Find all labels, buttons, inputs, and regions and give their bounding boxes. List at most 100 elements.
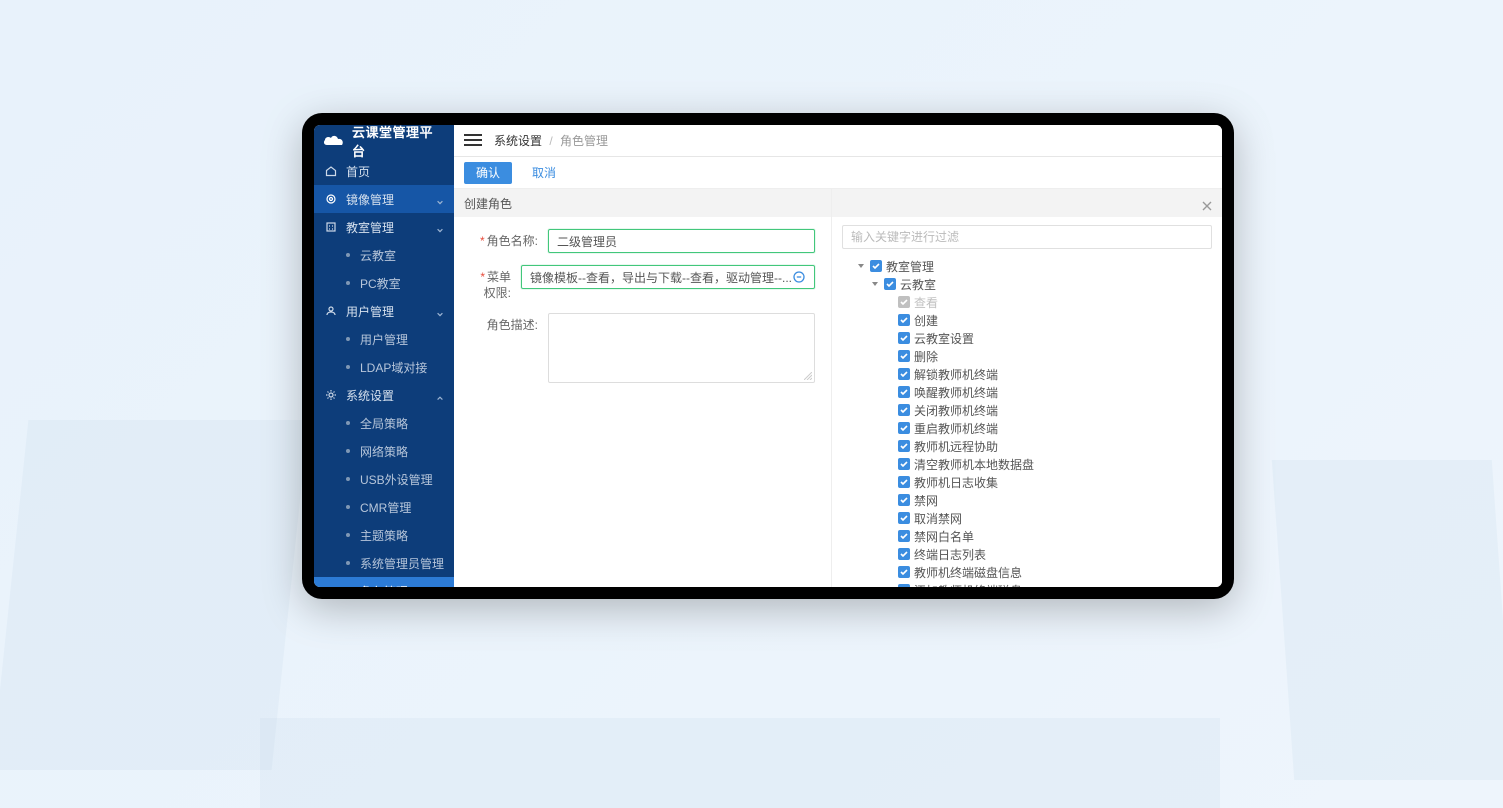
nav-network-policy[interactable]: 网络策略 [314,437,454,465]
nav-role-mgmt[interactable]: 角色管理 [314,577,454,587]
device-frame: 云课堂管理平台 首页 镜像管理 [302,113,1234,599]
tree-pane: 教室管理 云教室 查看 创建 [832,189,1222,587]
close-icon[interactable] [1202,198,1212,208]
checkbox[interactable] [870,260,882,272]
cloud-logo-icon [322,134,346,148]
nav-user-mgmt[interactable]: 用户管理 [314,297,454,325]
nav-label: 用户管理 [360,331,408,348]
nav-label: 角色管理 [360,583,408,588]
tree-node[interactable]: 云教室设置 [842,329,1212,347]
caret-down-icon[interactable] [870,279,880,289]
nav-home[interactable]: 首页 [314,157,454,185]
logo: 云课堂管理平台 [314,125,454,157]
checkbox[interactable] [898,314,910,326]
checkbox[interactable] [898,476,910,488]
tree-node[interactable]: 关闭教师机终端 [842,401,1212,419]
tree-node[interactable]: 清空教师机本地数据盘 [842,455,1212,473]
checkbox[interactable] [898,458,910,470]
tree-node[interactable]: 教室管理 [842,257,1212,275]
label-role-desc: 角色描述: [470,313,548,333]
nav-label: 云教室 [360,247,396,264]
nav-usb[interactable]: USB外设管理 [314,465,454,493]
nav-image-mgmt[interactable]: 镜像管理 [314,185,454,213]
nav-classroom-mgmt[interactable]: 教室管理 [314,213,454,241]
tree-node[interactable]: 添加教师机终端磁盘 [842,581,1212,587]
user-icon [324,304,338,318]
nav-label: LDAP域对接 [360,359,427,376]
tree-node[interactable]: 删除 [842,347,1212,365]
checkbox[interactable] [898,422,910,434]
form-header: 创建角色 [454,189,831,217]
menu-permission-value: 镜像模板--查看，导出与下载--查看，驱动管理--... [530,269,792,286]
nav-cmr[interactable]: CMR管理 [314,493,454,521]
checkbox[interactable] [898,332,910,344]
bullet-icon [346,561,350,565]
nav-admin-mgmt[interactable]: 系统管理员管理 [314,549,454,577]
tree-node[interactable]: 教师机日志收集 [842,473,1212,491]
clear-circle-icon[interactable] [792,270,806,284]
checkbox[interactable] [898,386,910,398]
checkbox-disabled [898,296,910,308]
checkbox[interactable] [898,440,910,452]
confirm-button[interactable]: 确认 [464,162,512,184]
bullet-icon [346,337,350,341]
nav-system-settings[interactable]: 系统设置 [314,381,454,409]
nav-global-policy[interactable]: 全局策略 [314,409,454,437]
checkbox[interactable] [884,278,896,290]
role-desc-textarea[interactable] [548,313,815,383]
tree-node[interactable]: 解锁教师机终端 [842,365,1212,383]
checkbox[interactable] [898,530,910,542]
nav-label: 全局策略 [360,415,408,432]
checkbox[interactable] [898,494,910,506]
checkbox[interactable] [898,404,910,416]
tree-label: 教师机日志收集 [914,474,998,491]
logo-text: 云课堂管理平台 [352,125,446,160]
tree-node[interactable]: 重启教师机终端 [842,419,1212,437]
nav-theme[interactable]: 主题策略 [314,521,454,549]
menu-toggle-icon[interactable] [464,134,482,148]
tree-node[interactable]: 教师机终端磁盘信息 [842,563,1212,581]
role-name-input[interactable] [548,229,815,253]
tree-node[interactable]: 取消禁网 [842,509,1212,527]
nav-ldap[interactable]: LDAP域对接 [314,353,454,381]
tree-node[interactable]: 终端日志列表 [842,545,1212,563]
tree-filter-input[interactable] [842,225,1212,249]
tree-label: 云教室设置 [914,330,974,347]
chevron-up-icon [436,391,444,399]
permission-tree: 教室管理 云教室 查看 创建 [832,257,1222,587]
building-icon [324,220,338,234]
tree-node[interactable]: 创建 [842,311,1212,329]
breadcrumb-main: 系统设置 [494,134,542,148]
tree-label: 云教室 [900,276,936,293]
tree-node[interactable]: 教师机远程协助 [842,437,1212,455]
bullet-icon [346,505,350,509]
chevron-down-icon [436,223,444,231]
chevron-down-icon [436,307,444,315]
nav-label: 镜像管理 [346,191,394,208]
checkbox[interactable] [898,350,910,362]
bullet-icon [346,253,350,257]
tree-node: 查看 [842,293,1212,311]
checkbox[interactable] [898,548,910,560]
caret-down-icon[interactable] [856,261,866,271]
nav-label: 主题策略 [360,527,408,544]
nav-label: 系统设置 [346,387,394,404]
breadcrumb-separator: / [549,134,552,148]
tree-label: 查看 [914,294,938,311]
nav-user-mgmt-sub[interactable]: 用户管理 [314,325,454,353]
menu-permission-select[interactable]: 镜像模板--查看，导出与下载--查看，驱动管理--... [521,265,815,289]
topbar: 系统设置 / 角色管理 [454,125,1222,157]
checkbox[interactable] [898,368,910,380]
nav-cloud-classroom[interactable]: 云教室 [314,241,454,269]
checkbox[interactable] [898,566,910,578]
cancel-button[interactable]: 取消 [520,162,568,184]
tree-node[interactable]: 云教室 [842,275,1212,293]
tree-node[interactable]: 禁网 [842,491,1212,509]
tree-node[interactable]: 禁网白名单 [842,527,1212,545]
checkbox[interactable] [898,584,910,587]
nav-pc-classroom[interactable]: PC教室 [314,269,454,297]
breadcrumb: 系统设置 / 角色管理 [494,132,608,149]
nav-label: 网络策略 [360,443,408,460]
tree-node[interactable]: 唤醒教师机终端 [842,383,1212,401]
checkbox[interactable] [898,512,910,524]
